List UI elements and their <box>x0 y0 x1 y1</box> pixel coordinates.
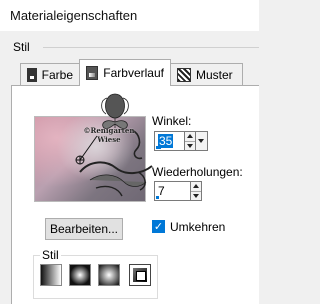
repeats-level-bar <box>156 196 159 199</box>
invert-checkbox[interactable]: ✓ <box>152 220 165 233</box>
spin-down-icon[interactable] <box>191 192 201 201</box>
rectangular-gradient-icon[interactable] <box>69 264 91 286</box>
edit-button[interactable]: Bearbeiten... <box>45 218 123 240</box>
repeats-input[interactable]: 7 <box>154 181 191 201</box>
watermark-text: ©Renigarten Wiese <box>83 126 135 144</box>
tab-farbe[interactable]: Farbe <box>20 63 80 85</box>
angle-stepper[interactable] <box>185 131 196 151</box>
style-label: Stil <box>40 248 61 262</box>
linear-gradient-icon[interactable] <box>40 264 62 286</box>
repeats-label: Wiederholungen: <box>152 165 243 179</box>
pattern-icon <box>177 67 191 82</box>
spin-down-icon[interactable] <box>185 142 195 151</box>
repeats-stepper[interactable] <box>191 181 202 201</box>
spin-up-icon[interactable] <box>191 182 201 192</box>
window-title: Materialeigenschaften <box>10 8 138 23</box>
tab-farbverlauf[interactable]: Farbverlauf <box>79 59 171 86</box>
sunburst-gradient-icon[interactable] <box>129 264 151 286</box>
title-bar: Materialeigenschaften <box>0 0 259 31</box>
color-swatch-icon <box>27 67 37 82</box>
repeats-spinner[interactable]: 7 <box>154 181 202 201</box>
invert-label: Umkehren <box>170 220 226 234</box>
angle-level-bar <box>156 146 161 149</box>
tab-farbverlauf-label: Farbverlauf <box>103 66 164 80</box>
radial-gradient-icon[interactable] <box>98 264 120 286</box>
tab-muster-label: Muster <box>196 67 233 82</box>
angle-spinner[interactable]: 35 <box>154 131 208 151</box>
angle-input[interactable]: 35 <box>154 131 185 151</box>
tab-muster[interactable]: Muster <box>170 63 243 85</box>
tab-farbe-label: Farbe <box>41 67 73 82</box>
style-group-label: Stil <box>13 40 30 54</box>
group-divider <box>43 47 259 48</box>
angle-label: Winkel: <box>152 114 192 128</box>
spin-up-icon[interactable] <box>185 132 195 142</box>
gradient-icon <box>86 66 99 80</box>
angle-dropdown-icon[interactable] <box>196 131 208 151</box>
